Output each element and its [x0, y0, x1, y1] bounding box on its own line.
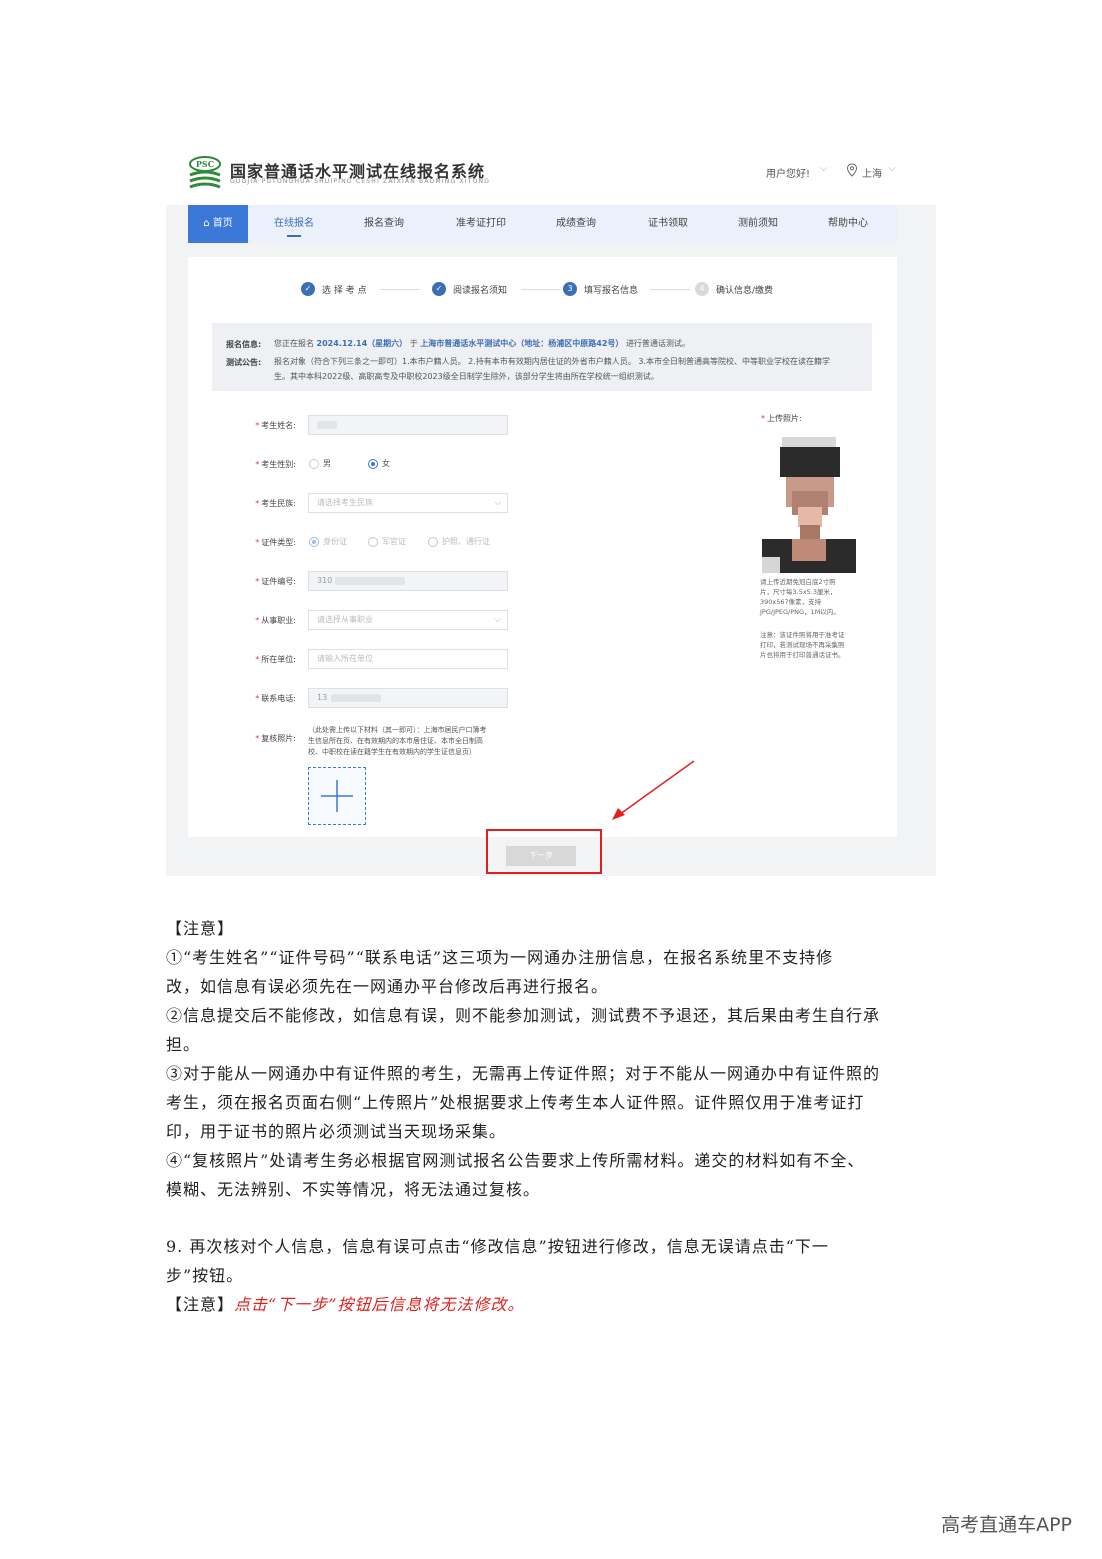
notice-item-4b: 模糊、无法辨别、不实等情况，将无法通过复核。	[166, 1180, 541, 1199]
review-photo-upload[interactable]	[308, 767, 366, 825]
idno-label: * 证件编号:	[255, 577, 296, 586]
review-photo-label: * 复核照片:	[255, 734, 296, 743]
idtype-military-label: 军官证	[382, 537, 406, 546]
notice-section: 【注意】 ①“考生姓名”“证件号码”“联系电话”这三项为一网通办注册信息，在报名…	[166, 914, 938, 1204]
highlight-box	[486, 829, 602, 874]
main-nav: ⌂ 首页 在线报名 报名查询 准考证打印 成绩查询 证书领取 测前须知 帮助中心	[188, 205, 897, 243]
nav-certificate[interactable]: 证书领取	[638, 205, 698, 243]
step-4-pending: 4	[695, 282, 709, 296]
notice-item-1a: ①“考生姓名”“证件号码”“联系电话”这三项为一网通办注册信息，在报名系统里不支…	[166, 948, 834, 967]
gender-label: * 考生性别:	[255, 460, 296, 469]
notice-item-2a: ②信息提交后不能修改，如信息有误，则不能参加测试，测试费不予退还，其后果由考生自…	[166, 1006, 881, 1025]
gender-male-label: 男	[323, 459, 331, 468]
reg-info-text: 您正在报名 2024.12.14（星期六） 于 上海市普通话水平测试中心（地址：…	[274, 339, 690, 348]
idtype-label: * 证件类型:	[255, 538, 296, 547]
step-connector	[380, 289, 420, 290]
idno-field[interactable]: 310	[308, 571, 508, 591]
top-header: PSC 国家普通话水平测试在线报名系统 GUOJIA PUTONGHUA SHU…	[166, 145, 936, 205]
nav-registration-query[interactable]: 报名查询	[354, 205, 414, 243]
nav-online-registration[interactable]: 在线报名	[264, 205, 324, 243]
name-label: * 考生姓名:	[255, 421, 296, 430]
name-field[interactable]	[308, 415, 508, 435]
step-connector	[650, 289, 690, 290]
home-icon: ⌂	[203, 218, 210, 229]
notice-title: 【注意】	[166, 919, 235, 938]
step-9-line-2: 步”按钮。	[166, 1266, 244, 1285]
photo-note: 注意：该证件照将用于准考证 打印，若测试现场不再采集照 片也将用于打印普通话证书…	[760, 631, 845, 659]
idtype-military-radio[interactable]	[368, 537, 378, 547]
notice-item-4a: ④“复核照片”处请考生务必根据官网测试报名公告要求上传所需材料。递交的材料如有不…	[166, 1151, 865, 1170]
svg-text:PSC: PSC	[196, 159, 214, 169]
step-1-label: 选 择 考 点	[322, 286, 367, 296]
nav-home[interactable]: ⌂ 首页	[188, 205, 248, 243]
location-select[interactable]: 上海	[862, 165, 882, 180]
step-2-done: ✓	[432, 282, 446, 296]
step-1-done: ✓	[301, 282, 315, 296]
psc-logo-icon: PSC	[189, 156, 221, 189]
chevron-down-icon: ⌵	[494, 615, 501, 625]
unit-input[interactable]: 请输入所在单位	[308, 649, 508, 669]
final-notice: 【注意】点击“下一步”按钮后信息将无法修改。	[166, 1295, 525, 1314]
notice-item-3a: ③对于能从一网通办中有证件照的考生，无需再上传证件照；对于不能从一网通办中有证件…	[166, 1064, 881, 1083]
notice-line-1: 报名对象（符合下列三条之一即可）1.本市户籍人员。 2.持有本市有效期内居住证的…	[274, 357, 830, 366]
notice-key: 测试公告:	[226, 358, 262, 367]
nav-admission-ticket[interactable]: 准考证打印	[446, 205, 516, 243]
idtype-id-card-radio[interactable]	[309, 537, 319, 547]
nav-test-notice[interactable]: 测前须知	[728, 205, 788, 243]
ethnic-select[interactable]: 请选择考生民族 ⌵	[308, 493, 508, 513]
job-label: * 从事职业:	[255, 616, 296, 625]
upload-photo-label: * 上传照片:	[761, 414, 802, 423]
step-4-label: 确认信息/缴费	[716, 286, 774, 296]
job-select[interactable]: 请选择从事职业 ⌵	[308, 610, 508, 630]
location-pin-icon[interactable]	[846, 163, 858, 177]
chevron-down-icon[interactable]: ⌵	[820, 163, 828, 174]
step-2-label: 阅读报名须知	[453, 286, 508, 296]
idtype-passport-radio[interactable]	[428, 537, 438, 547]
gender-female-label: 女	[382, 459, 390, 468]
review-photo-hint: （此处需上传以下材料（其一即可）：上海市居民户口簿考 生信息所在页、在有效期内的…	[308, 726, 487, 756]
user-greeting[interactable]: 用户您好!	[766, 165, 810, 180]
system-subtitle: GUOJIA PUTONGHUA SHUIPING CESHI ZAIXIAN …	[230, 178, 491, 185]
gender-male-radio[interactable]	[309, 459, 319, 469]
chevron-down-icon: ⌵	[494, 498, 501, 508]
photo-requirements: 请上传近期免冠白底2寸照 片，尺寸每3.5x5.3厘米， 390x567像素，支…	[760, 578, 840, 616]
step-3-label: 填写报名信息	[584, 286, 639, 296]
step-connector	[521, 289, 561, 290]
chevron-down-icon[interactable]: ⌵	[888, 163, 896, 174]
step-9-section: 9. 再次核对个人信息，信息有误可点击“修改信息”按钮进行修改，信息无误请点击“…	[166, 1232, 938, 1319]
nav-score-query[interactable]: 成绩查询	[546, 205, 606, 243]
gender-female-radio[interactable]	[368, 459, 378, 469]
ethnic-label: * 考生民族:	[255, 499, 296, 508]
step-3-current: 3	[563, 282, 577, 296]
step-9-line-1: 9. 再次核对个人信息，信息有误可点击“修改信息”按钮进行修改，信息无误请点击“…	[166, 1237, 829, 1256]
notice-item-3c: 印，用于证书的照片必须测试当天现场采集。	[166, 1122, 507, 1141]
notice-item-3b: 考生，须在报名页面右侧“上传照片”处根据要求上传考生本人证件照。证件照仅用于准考…	[166, 1093, 865, 1112]
active-tab-indicator	[287, 235, 301, 237]
watermark: 高考直通车APP	[941, 1514, 1072, 1536]
notice-item-2b: 担。	[166, 1035, 201, 1054]
annotation-arrow-icon	[612, 760, 695, 820]
reg-info-key: 报名信息:	[226, 340, 262, 349]
notice-line-2: 生。其中本科2022级、高职高专及中职校2023级全日制学生除外，该部分学生将由…	[274, 372, 659, 381]
idtype-id-card-label: 身份证	[323, 537, 347, 546]
candidate-photo[interactable]	[762, 433, 856, 573]
phone-label: * 联系电话:	[255, 694, 296, 703]
phone-field[interactable]: 13	[308, 688, 508, 708]
registration-screenshot: PSC 国家普通话水平测试在线报名系统 GUOJIA PUTONGHUA SHU…	[166, 145, 936, 876]
plus-icon	[321, 780, 353, 812]
unit-label: * 所在单位:	[255, 655, 296, 664]
idtype-passport-label: 护照、通行证	[442, 537, 490, 546]
nav-help-center[interactable]: 帮助中心	[818, 205, 878, 243]
notice-item-1b: 改，如信息有误必须先在一网通办平台修改后再进行报名。	[166, 977, 609, 996]
